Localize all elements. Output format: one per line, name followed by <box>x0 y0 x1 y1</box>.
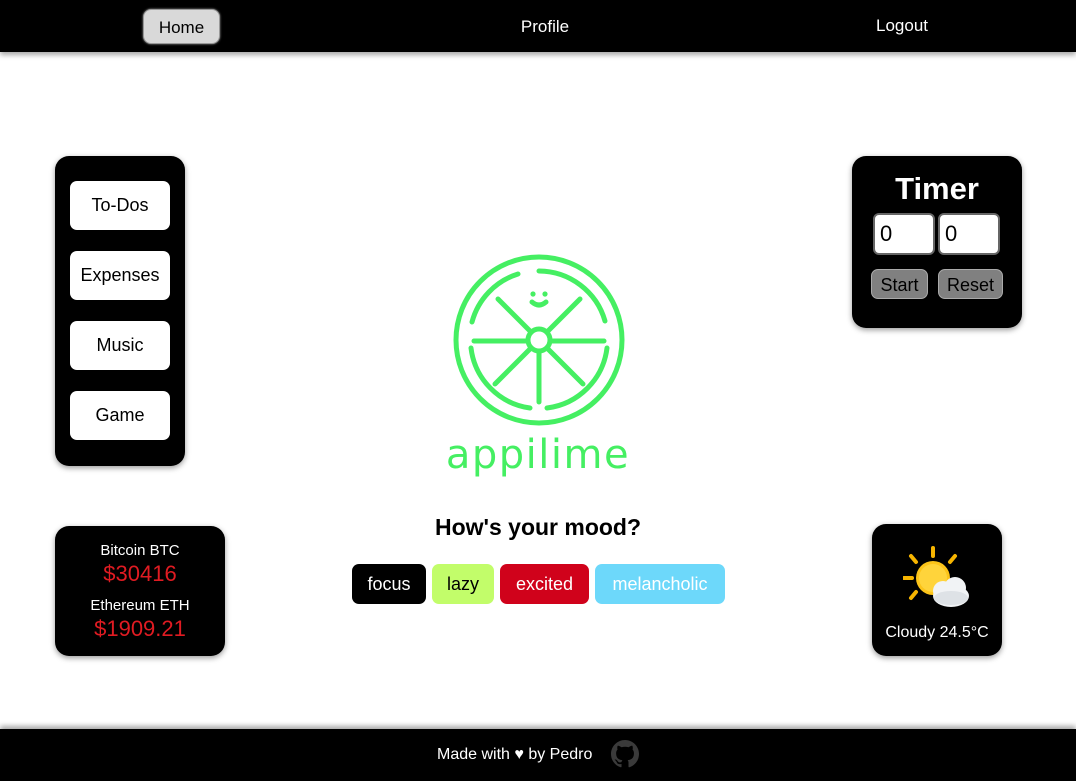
mood-lazy-button[interactable]: lazy <box>432 564 494 604</box>
top-nav: Home Profile Logout <box>0 0 1076 52</box>
crypto-name-eth: Ethereum ETH <box>90 597 190 614</box>
sun-behind-cloud-icon <box>903 546 969 607</box>
timer-seconds-input[interactable]: 0 <box>938 213 1000 255</box>
weather-widget: Cloudy 24.5°C <box>872 524 1002 656</box>
mood-melancholic-button[interactable]: melancholic <box>595 564 725 604</box>
nav-logout-link[interactable]: Logout <box>862 8 942 43</box>
crypto-widget: Bitcoin BTC $30416 Ethereum ETH $1909.21 <box>55 526 225 656</box>
timer-start-button[interactable]: Start <box>871 269 928 299</box>
lime-logo-icon <box>453 254 625 426</box>
weather-text: Cloudy 24.5°C <box>885 624 989 641</box>
crypto-name-btc: Bitcoin BTC <box>100 542 180 559</box>
timer-widget: Timer 0 0 Start Reset <box>852 156 1022 328</box>
crypto-price-eth: $1909.21 <box>94 616 186 641</box>
brand-name: appilime <box>445 432 631 478</box>
footer-credit: Made with ♥ by Pedro <box>437 746 593 763</box>
github-icon[interactable] <box>611 740 639 768</box>
footer: Made with ♥ by Pedro <box>0 729 1076 781</box>
crypto-price-btc: $30416 <box>103 561 177 586</box>
timer-minutes-input[interactable]: 0 <box>873 213 935 255</box>
app-menu: To-Dos Expenses Music Game <box>55 156 185 466</box>
mood-focus-button[interactable]: focus <box>352 564 426 604</box>
nav-profile-link[interactable]: Profile <box>505 9 585 44</box>
nav-home-button[interactable]: Home <box>143 9 220 44</box>
timer-title: Timer <box>895 171 979 206</box>
expenses-button[interactable]: Expenses <box>70 251 170 300</box>
todos-button[interactable]: To-Dos <box>70 181 170 230</box>
music-button[interactable]: Music <box>70 321 170 370</box>
mood-excited-button[interactable]: excited <box>500 564 589 604</box>
timer-reset-button[interactable]: Reset <box>938 269 1003 299</box>
